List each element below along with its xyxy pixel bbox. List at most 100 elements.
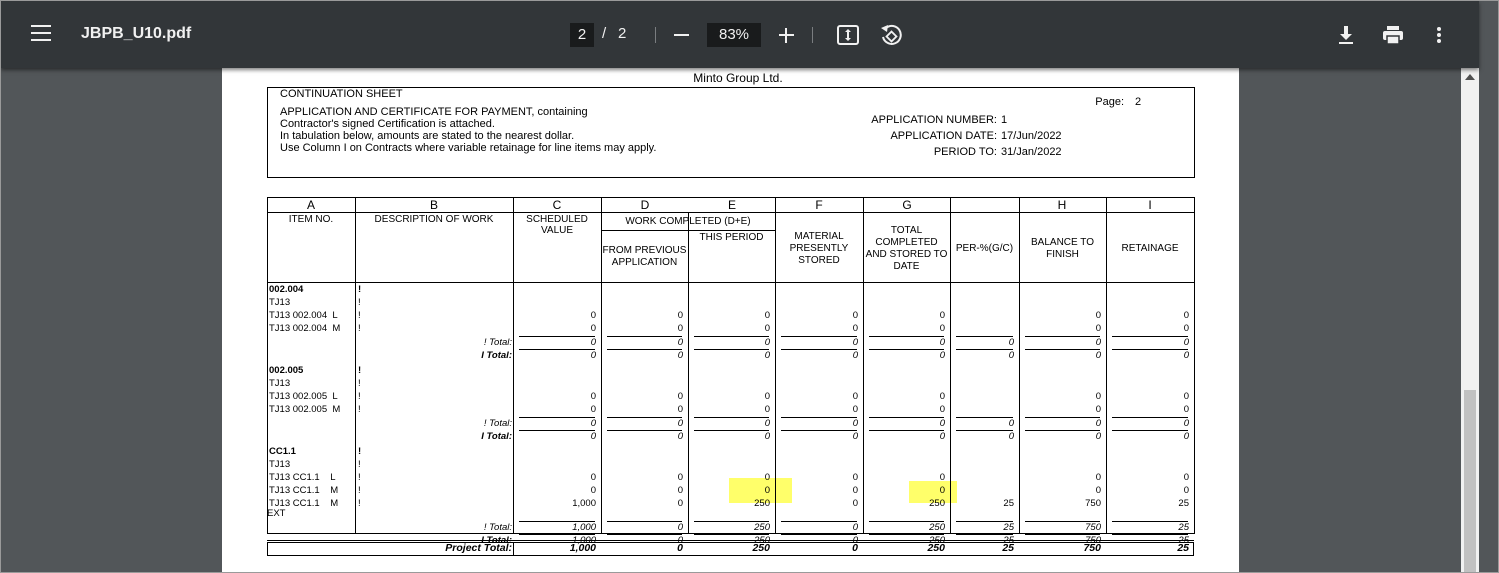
subtotal-rule	[694, 417, 769, 418]
table-cell-value: 1,000	[572, 498, 596, 509]
total-pages: 2	[618, 25, 627, 42]
column-header: THIS PERIOD	[699, 232, 764, 243]
subtotal-rule	[607, 349, 682, 350]
column-header: SCHEDULED	[526, 214, 588, 225]
table-cell-value: 0	[677, 310, 683, 321]
table-cell-value: 0	[677, 391, 683, 402]
pdf-page: Minto Group Ltd. CONTINUATION SHEET APPL…	[222, 68, 1239, 572]
sheet-title: CONTINUATION SHEET	[280, 88, 403, 100]
table-cell-value: 0	[764, 323, 770, 334]
table-cell-value: 250	[754, 522, 770, 533]
current-page-input[interactable]: 2	[570, 23, 594, 47]
table-cell-value: 750	[1085, 498, 1101, 509]
group-marker: !	[358, 459, 361, 470]
project-total-value: 25	[1002, 542, 1014, 554]
subtotal-rule	[694, 521, 769, 522]
column-header: PRESENTLY	[789, 243, 849, 254]
download-icon[interactable]	[1337, 25, 1355, 45]
subtotal-rule	[607, 430, 682, 431]
company-name: Minto Group Ltd.	[693, 71, 783, 85]
table-cell-value: 0	[1095, 310, 1101, 321]
group-marker: !	[358, 310, 361, 321]
table-cell-value: 25	[1003, 522, 1014, 533]
menu-icon[interactable]	[31, 25, 51, 41]
table-cell-value: 0	[677, 350, 683, 361]
column-header: WORK COMPLETED (D+E)	[625, 216, 751, 227]
table-cell-value: 0	[764, 472, 770, 483]
table-cell-value: 0	[590, 337, 596, 348]
subtotal-rule	[519, 336, 595, 337]
column-letter: F	[815, 198, 823, 212]
scrollbar-thumb[interactable]	[1464, 390, 1476, 572]
vertical-scrollbar[interactable]	[1461, 68, 1479, 572]
subtotal-rule	[1112, 417, 1188, 418]
table-cell-value: 0	[590, 310, 596, 321]
application-number-label: APPLICATION NUMBER:	[871, 114, 997, 126]
table-cell-value: 0	[1183, 472, 1189, 483]
zoom-out-icon[interactable]	[674, 34, 689, 36]
subtotal-rule	[1112, 349, 1188, 350]
header-divider	[267, 282, 1195, 283]
column-header: DESCRIPTION OF WORK	[374, 214, 494, 225]
table-row-item: TJ13 CC1.1 L	[269, 472, 336, 483]
subtotal-rule	[607, 417, 682, 418]
subtotal-rule	[956, 417, 1013, 418]
table-cell-value: 0	[677, 323, 683, 334]
table-cell-value: 25	[1178, 522, 1189, 533]
table-cell-value: 0	[677, 522, 683, 533]
table-cell-value: 0	[764, 350, 770, 361]
group-sub: TJ13	[269, 459, 291, 470]
period-to-label: PERIOD TO:	[933, 146, 997, 158]
column-header: APPLICATION	[611, 257, 678, 268]
scroll-up-arrow-icon[interactable]	[1465, 74, 1475, 80]
group-marker: !	[358, 404, 361, 415]
table-cell-value: 0	[1183, 418, 1189, 429]
group-marker: !	[358, 284, 362, 295]
table-cell-value: 0	[852, 404, 858, 415]
subtotal-rule	[694, 534, 769, 535]
column-header: VALUE	[540, 225, 574, 236]
table-cell-value: 250	[929, 498, 945, 509]
table-cell-value: 0	[1095, 418, 1101, 429]
subtotal-rule	[519, 417, 595, 418]
table-cell-value: 0	[852, 323, 858, 334]
zoom-level-input[interactable]: 83%	[707, 23, 761, 47]
group-marker: !	[358, 378, 361, 389]
project-total-rule	[267, 540, 1194, 541]
table-cell-value: 0	[1095, 337, 1101, 348]
subtotal-rule	[781, 534, 857, 535]
subtotal-rule	[869, 534, 944, 535]
table-cell-value: 0	[677, 337, 683, 348]
column-letter: C	[552, 198, 562, 212]
table-cell-value: 0	[1008, 418, 1014, 429]
table-cell-value: 0	[764, 391, 770, 402]
table-cell-value: 0	[1183, 323, 1189, 334]
table-cell-value: 0	[590, 418, 596, 429]
page-value: 2	[1135, 96, 1142, 108]
column-header: MATERIAL	[794, 231, 844, 242]
subtotal-rule	[956, 534, 1013, 535]
print-icon[interactable]	[1382, 25, 1404, 45]
subtotal-rule	[1025, 430, 1100, 431]
table-cell-value: 0	[852, 418, 858, 429]
more-options-icon[interactable]	[1435, 26, 1443, 46]
table-cell-value: 0	[1095, 350, 1101, 361]
intro-line: In tabulation below, amounts are stated …	[280, 130, 575, 142]
table-cell-value: 0	[939, 431, 945, 442]
subtotal-rule	[1112, 534, 1188, 535]
table-cell-value: 0	[1095, 323, 1101, 334]
table-cell-value: 0	[590, 404, 596, 415]
subtotal-rule	[607, 336, 682, 337]
group-marker: !	[358, 472, 361, 483]
fit-page-icon[interactable]	[837, 25, 859, 45]
table-cell-value: 0	[764, 485, 770, 496]
table-row-item-ext: EXT	[267, 508, 286, 519]
table-cell-value: 0	[1183, 350, 1189, 361]
rotate-icon[interactable]	[879, 24, 903, 46]
table-cell-value: 0	[939, 418, 945, 429]
group-total-label: I Total:	[481, 350, 512, 361]
period-to: 31/Jan/2022	[1001, 146, 1062, 158]
project-total-value: 250	[752, 542, 770, 554]
subtotal-rule	[781, 417, 857, 418]
intro-line: Use Column I on Contracts where variable…	[280, 142, 657, 154]
